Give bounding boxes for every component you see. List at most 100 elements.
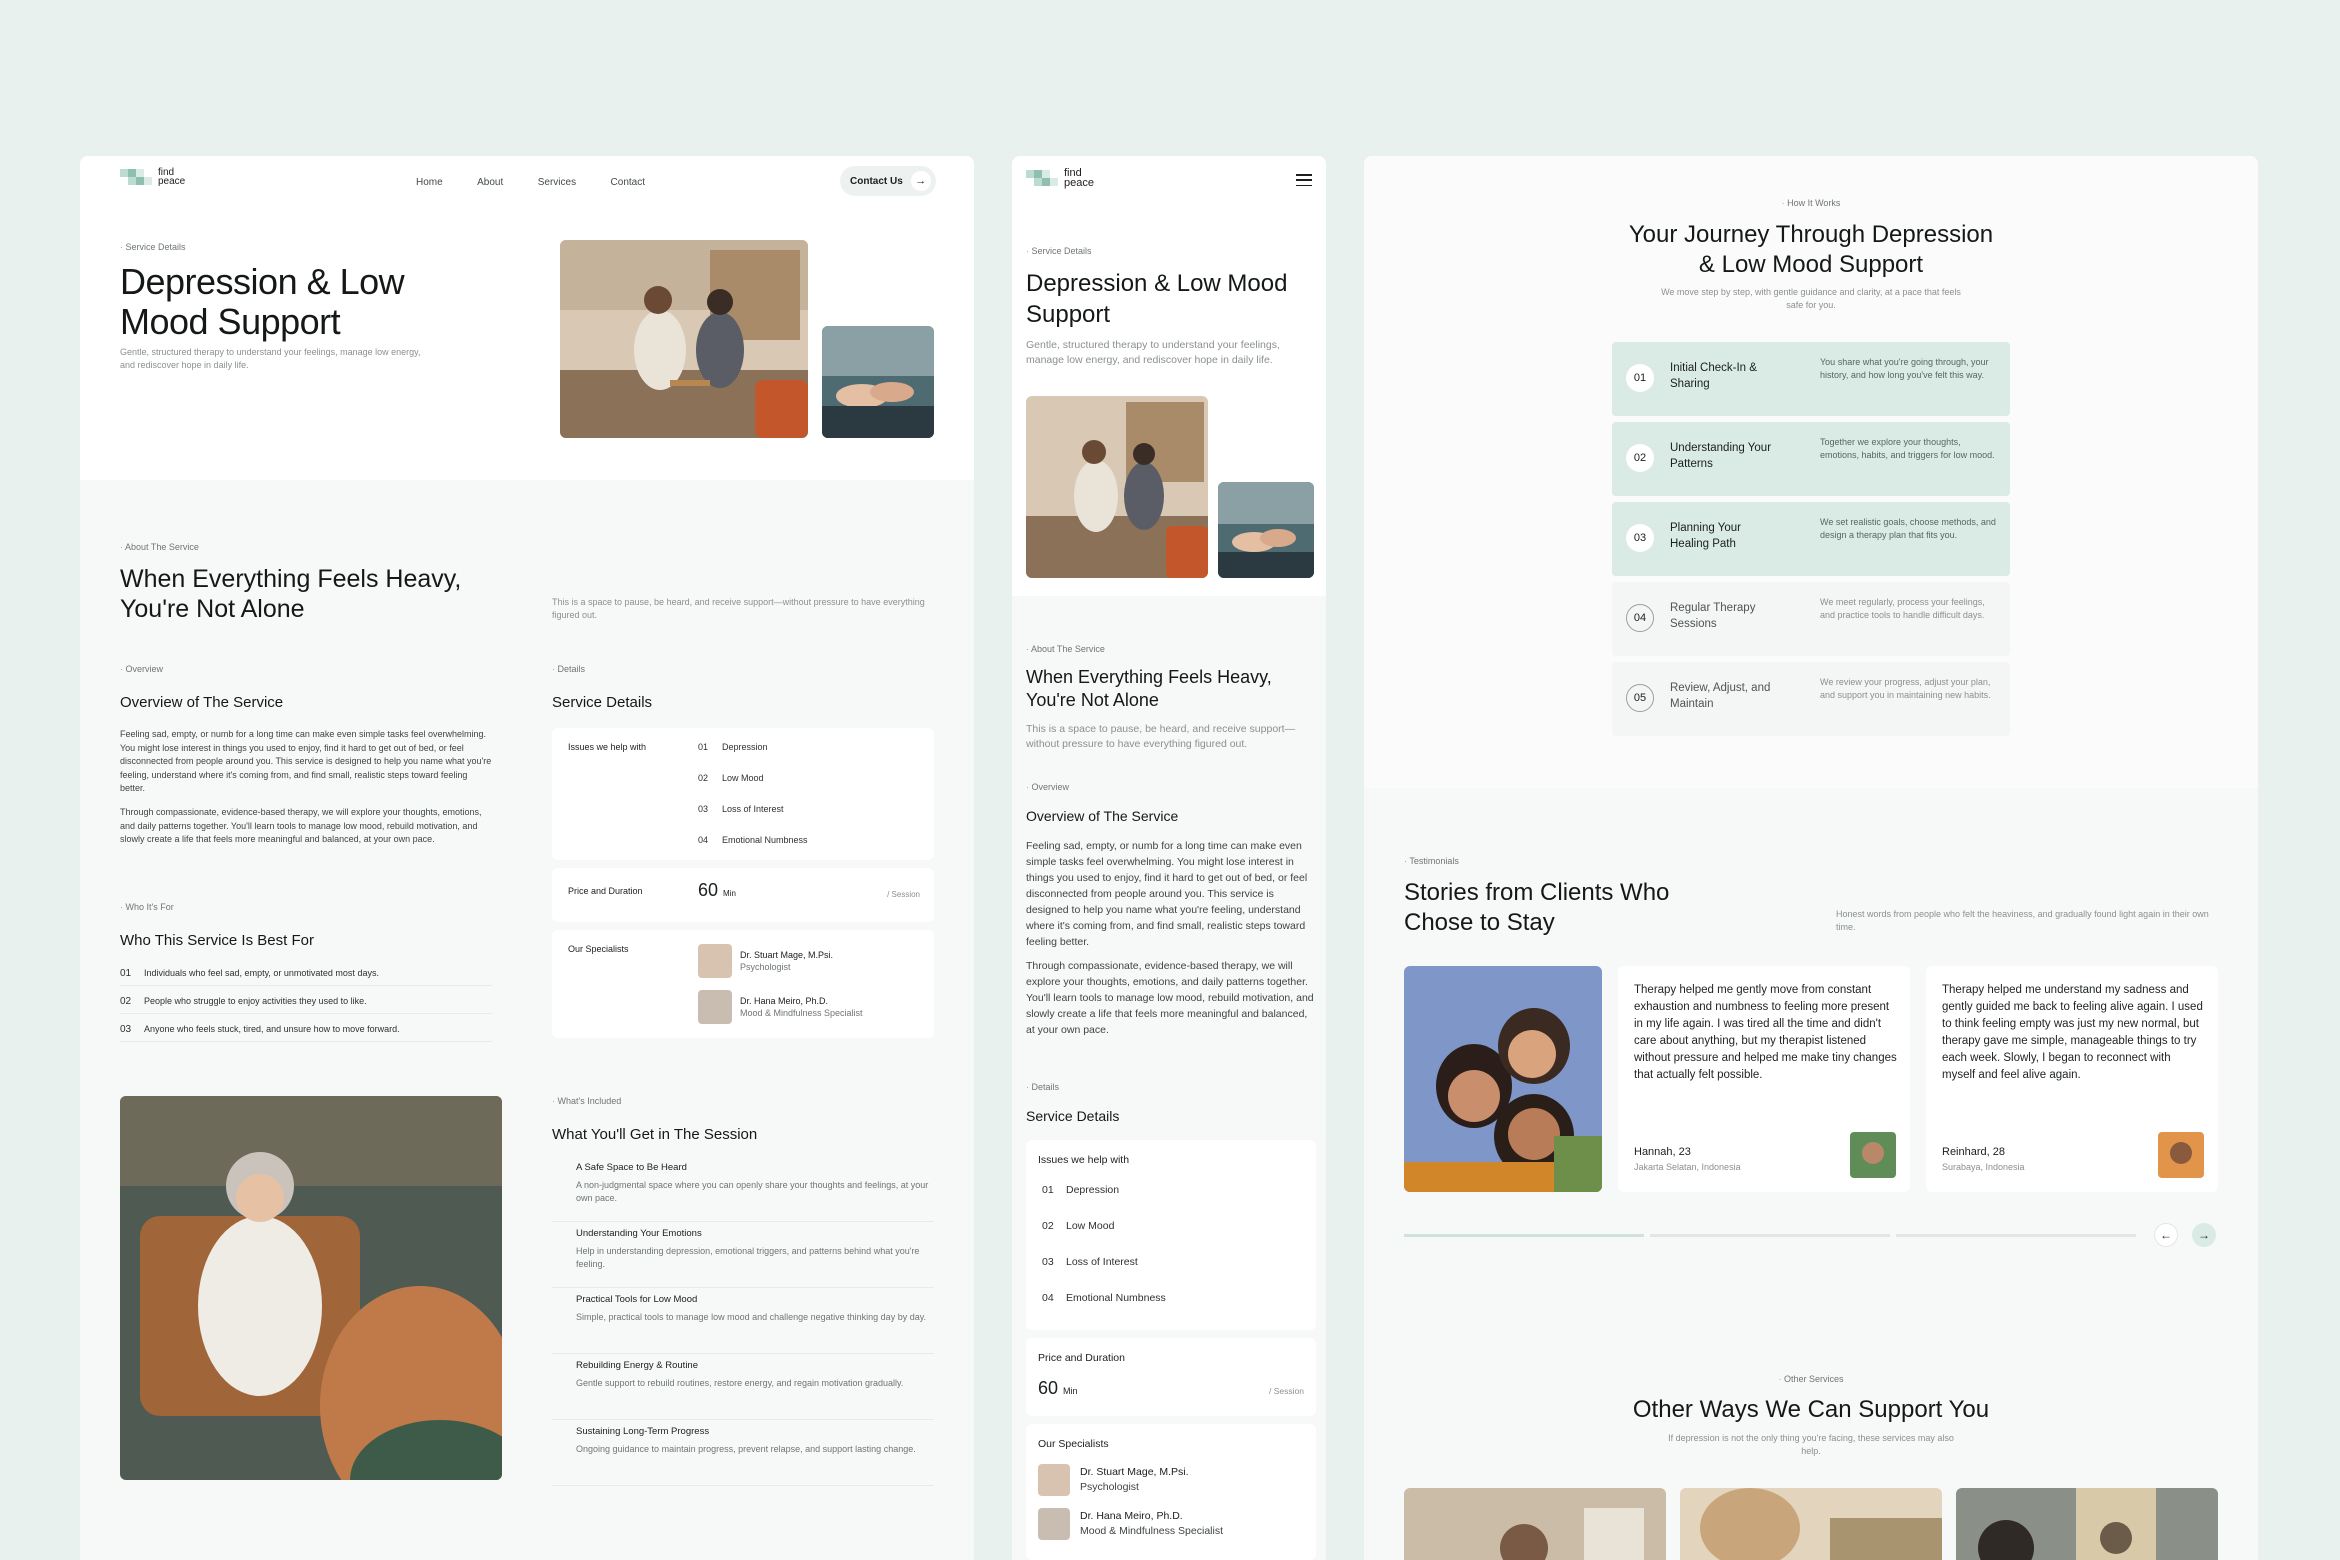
included-item-title: Rebuilding Energy & Routine: [576, 1360, 698, 1371]
included-item: Rebuilding Energy & Routine Gentle suppo…: [552, 1354, 934, 1420]
brand-logo[interactable]: find peace: [120, 168, 185, 187]
included-item-desc: Gentle support to rebuild routines, rest…: [576, 1378, 904, 1388]
included-item: Practical Tools for Low Mood Simple, pra…: [552, 1288, 934, 1354]
overview-p2: Through compassionate, evidence-based th…: [1026, 960, 1314, 1036]
hero-photo-session: [560, 240, 808, 438]
step-title: Initial Check-In & Sharing: [1670, 362, 1757, 390]
specialist-item[interactable]: Dr. Stuart Mage, M.Psi. Psychologist: [698, 944, 833, 978]
hero-subtitle: Gentle, structured therapy to understand…: [120, 347, 421, 370]
carousel-progress: [1650, 1234, 1890, 1237]
step-desc: You share what you're going through, you…: [1820, 357, 1989, 380]
specialist-role: Psychologist: [1080, 1481, 1139, 1493]
price-unit: Min: [1063, 1386, 1078, 1396]
other-tag: Other Services: [1364, 1374, 2258, 1384]
included-item: Understanding Your Emotions Help in unde…: [552, 1222, 934, 1288]
desktop-page: find peace Home About Services Contact Co…: [80, 156, 974, 1560]
price-value: 60 Min: [1038, 1378, 1078, 1399]
issue-number: 02: [698, 773, 709, 783]
issue-item: 03 Loss of Interest: [698, 804, 918, 835]
issue-label: Emotional Numbness: [722, 835, 808, 845]
carousel-next-button[interactable]: →: [2192, 1223, 2216, 1247]
nav-home[interactable]: Home: [416, 177, 443, 188]
specialist-item[interactable]: Dr. Hana Meiro, Ph.D. Mood & Mindfulness …: [698, 990, 863, 1024]
about-title-line1: When Everything Feels Heavy,: [120, 565, 462, 593]
specialist-item[interactable]: Dr. Hana Meiro, Ph.D. Mood & Mindfulness …: [1038, 1508, 1223, 1540]
included-item-title: Practical Tools for Low Mood: [576, 1294, 698, 1305]
details-tag: Details: [1026, 1082, 1060, 1092]
who-item: 03 Anyone who feels stuck, tired, and uns…: [120, 1014, 492, 1042]
who-list: 01 Individuals who feel sad, empty, or un…: [120, 962, 492, 1042]
who-item-number: 02: [120, 996, 132, 1007]
overview-title: Overview of The Service: [1026, 808, 1179, 824]
journey-tag: How It Works: [1364, 198, 2258, 208]
service-card-photo[interactable]: [1680, 1488, 1942, 1560]
testimonial-card-1: Therapy helped me gently move from const…: [1618, 966, 1910, 1192]
issue-number: 01: [1042, 1184, 1054, 1196]
details-tag: Details: [552, 664, 586, 674]
who-tag: Who It's For: [120, 902, 174, 912]
avatar: [1850, 1132, 1896, 1178]
testimonials-title-line1: Stories from Clients Who: [1404, 879, 1670, 906]
journey-step-4[interactable]: 04 Regular Therapy Sessions We meet regu…: [1612, 582, 2010, 656]
about-tag: About The Service: [120, 542, 199, 552]
journey-step-5[interactable]: 05 Review, Adjust, and Maintain We revie…: [1612, 662, 2010, 736]
who-item: 02 People who struggle to enjoy activitie…: [120, 986, 492, 1014]
about-title: When Everything Feels Heavy, You're Not …: [1026, 666, 1316, 712]
step-title: Review, Adjust, and Maintain: [1670, 682, 1771, 710]
testimonial-quote: Therapy helped me gently move from const…: [1634, 984, 1897, 1081]
who-item-number: 03: [120, 1024, 132, 1035]
service-card-photo[interactable]: [1404, 1488, 1666, 1560]
page-title-line1: Depression & Low: [120, 261, 405, 302]
price-value: 60 Min: [698, 880, 736, 901]
details-title: Service Details: [1026, 1108, 1120, 1124]
menu-icon[interactable]: [1296, 174, 1312, 186]
testimonial-name: Reinhard, 28: [1942, 1146, 2005, 1158]
issues-label: Issues we help with: [1038, 1154, 1130, 1166]
who-item-label: People who struggle to enjoy activities …: [144, 996, 367, 1006]
issues-card: Issues we help with 01 Depression 02 Low M…: [1026, 1140, 1316, 1330]
overview-tag: Overview: [1026, 782, 1070, 792]
carousel-prev-button[interactable]: ←: [2154, 1223, 2178, 1247]
issue-number: 03: [698, 804, 709, 814]
hero-photo-hands: [1218, 482, 1314, 578]
issue-item: 02 Low Mood: [1042, 1220, 1302, 1256]
nav-about[interactable]: About: [477, 177, 503, 188]
included-item-title: A Safe Space to Be Heard: [576, 1162, 687, 1173]
issue-label: Loss of Interest: [1066, 1256, 1138, 1268]
journey-step-2[interactable]: 02 Understanding Your Patterns Together …: [1612, 422, 2010, 496]
step-desc: We review your progress, adjust your pla…: [1820, 677, 1991, 700]
issue-number: 02: [1042, 1220, 1054, 1232]
service-card-photo[interactable]: [1956, 1488, 2218, 1560]
nav-services[interactable]: Services: [538, 177, 576, 188]
issue-label: Depression: [722, 742, 768, 752]
testimonial-location: Surabaya, Indonesia: [1942, 1162, 2025, 1172]
testimonial-location: Jakarta Selatan, Indonesia: [1634, 1162, 1741, 1172]
step-desc: We set realistic goals, choose methods, …: [1820, 517, 1996, 540]
nav-contact[interactable]: Contact: [611, 177, 645, 188]
page-title-line2: Mood Support: [120, 301, 341, 342]
overview-p1: Feeling sad, empty, or numb for a long t…: [1026, 840, 1308, 948]
step-number: 05: [1626, 684, 1654, 712]
issue-label: Loss of Interest: [722, 804, 784, 814]
about-tag: About The Service: [1026, 644, 1105, 654]
included-item: A Safe Space to Be Heard A non-judgmenta…: [552, 1156, 934, 1222]
price-per: / Session: [1269, 1386, 1304, 1396]
testimonial-quote: Therapy helped me understand my sadness …: [1942, 984, 2203, 1081]
included-item-title: Sustaining Long-Term Progress: [576, 1426, 710, 1437]
avatar: [698, 944, 732, 978]
brand-logo[interactable]: find peace: [1026, 168, 1094, 189]
issue-item: 01 Depression: [1042, 1184, 1302, 1220]
journey-step-1[interactable]: 01 Initial Check-In & Sharing You share …: [1612, 342, 2010, 416]
testimonials-tag: Testimonials: [1404, 856, 1459, 866]
issue-item: 03 Loss of Interest: [1042, 1256, 1302, 1292]
step-title: Regular Therapy Sessions: [1670, 602, 1756, 630]
issue-item: 04 Emotional Numbness: [1042, 1292, 1302, 1328]
price-label: Price and Duration: [1038, 1352, 1125, 1364]
hero-tag: Service Details: [1026, 246, 1092, 256]
who-item-number: 01: [120, 968, 132, 979]
specialist-item[interactable]: Dr. Stuart Mage, M.Psi. Psychologist: [1038, 1464, 1189, 1496]
who-item-label: Anyone who feels stuck, tired, and unsur…: [144, 1024, 400, 1034]
journey-step-3[interactable]: 03 Planning Your Healing Path We set rea…: [1612, 502, 2010, 576]
other-subtitle: If depression is not the only thing you'…: [1668, 1433, 1954, 1456]
contact-us-button[interactable]: Contact Us →: [840, 166, 936, 196]
